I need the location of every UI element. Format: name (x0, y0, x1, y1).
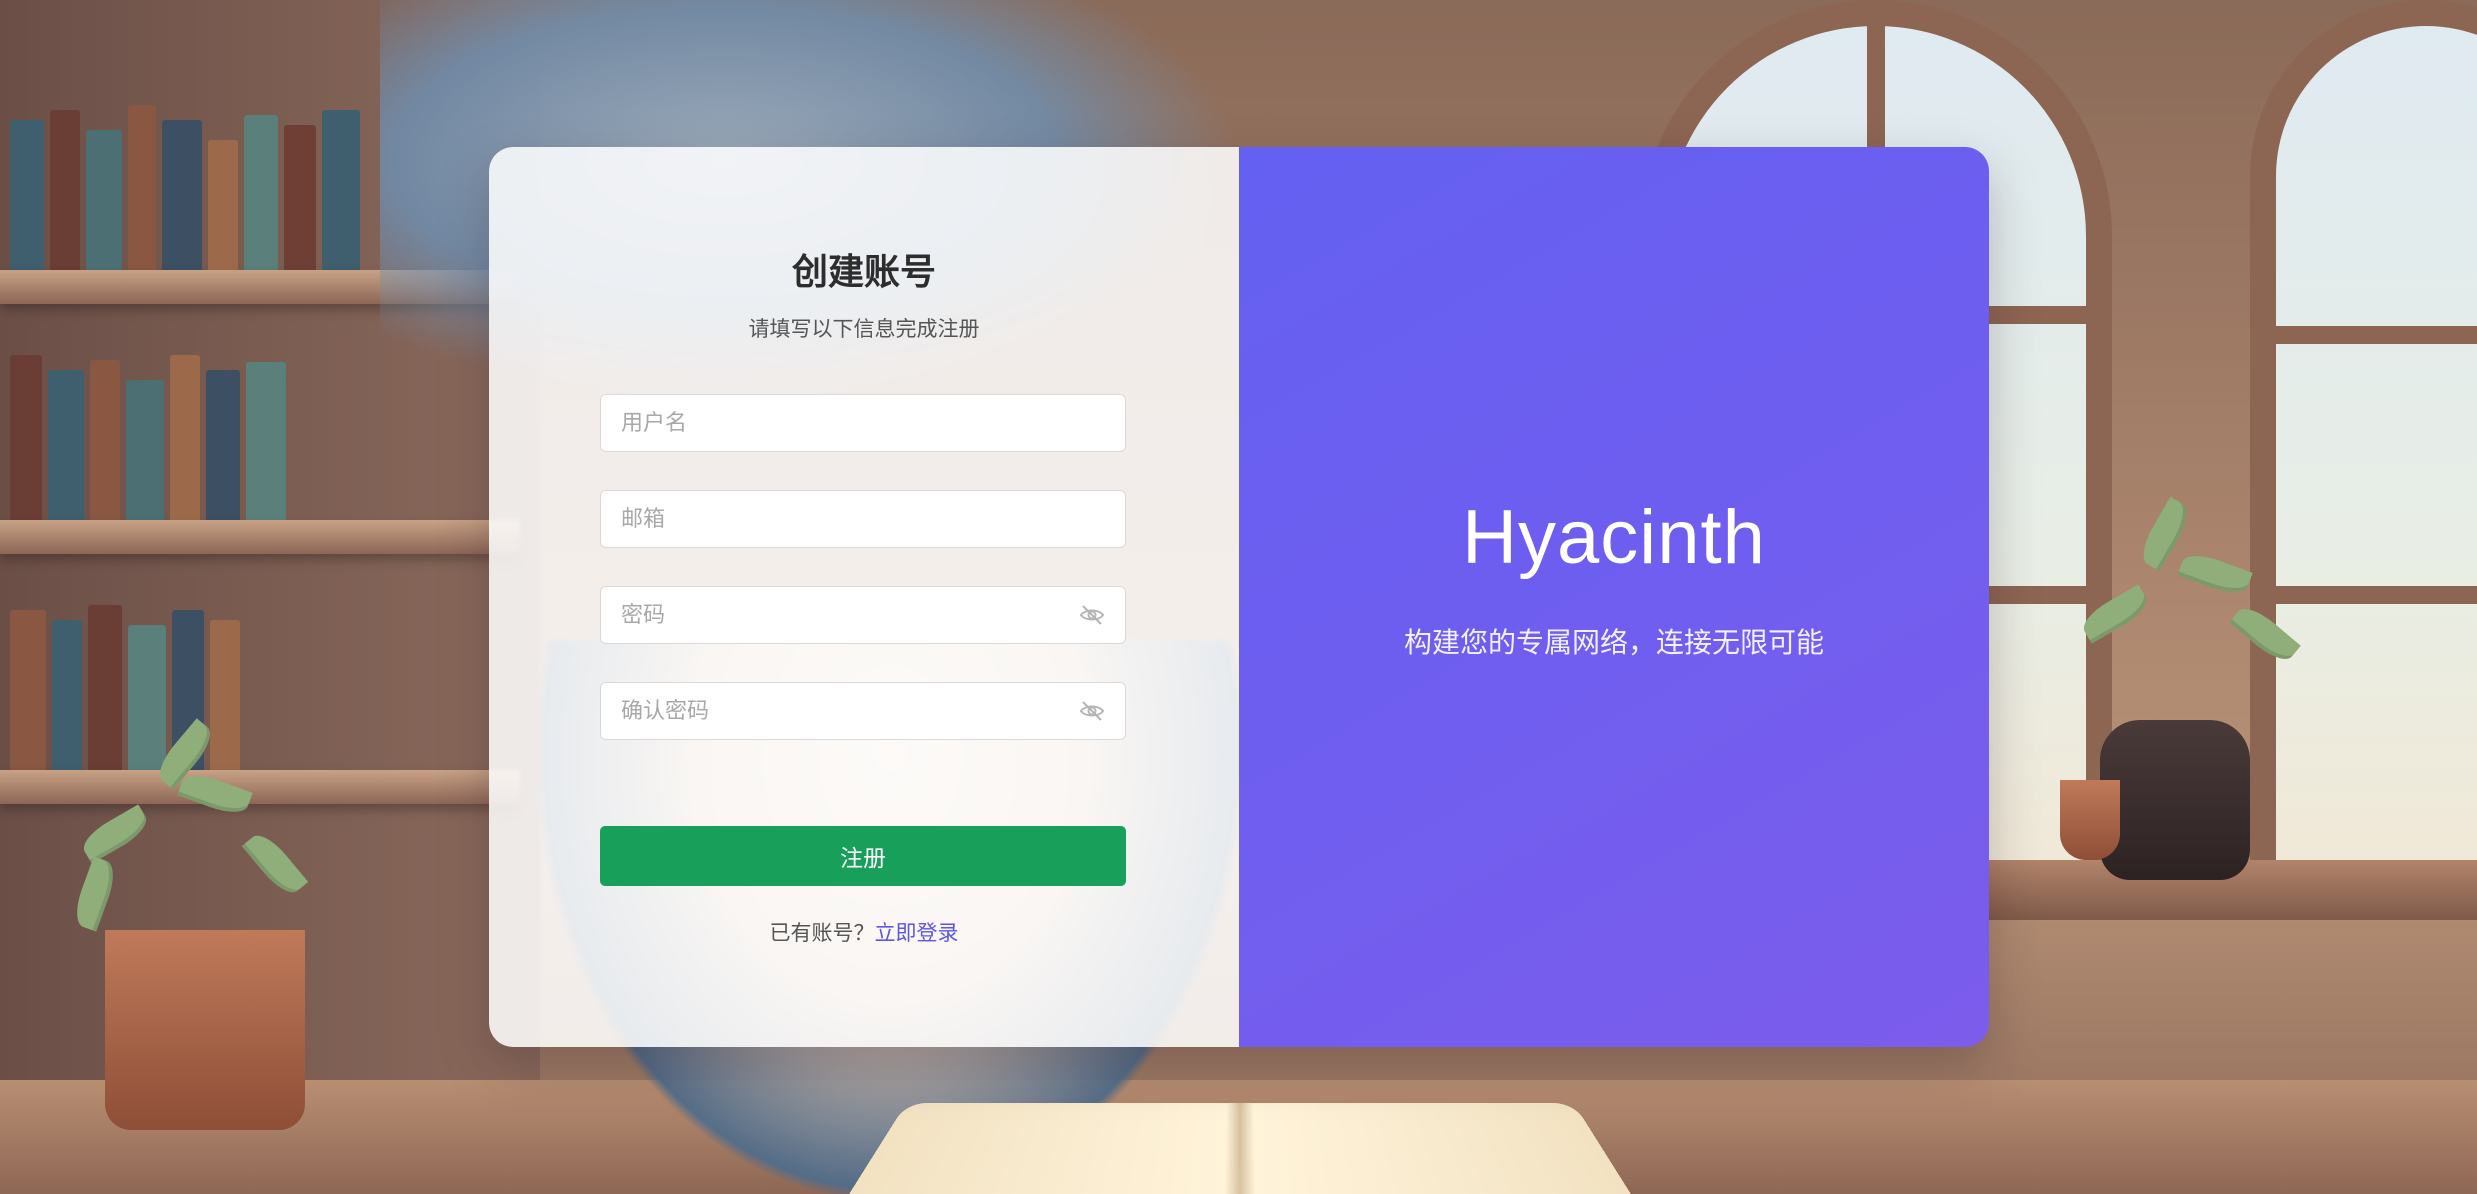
arched-window (2250, 0, 2477, 886)
login-prompt-text: 已有账号？ (770, 921, 875, 945)
eye-off-icon[interactable] (1079, 603, 1105, 627)
eye-off-icon[interactable] (1079, 699, 1105, 723)
confirm-password-field[interactable] (600, 682, 1126, 740)
email-field[interactable] (600, 490, 1126, 548)
plant-pot (105, 930, 305, 1130)
register-form-panel: 创建账号 请填写以下信息完成注册 注册 已有账号？ (489, 147, 1239, 1047)
register-card: 创建账号 请填写以下信息完成注册 注册 已有账号？ (489, 147, 1989, 1047)
books-row (10, 600, 490, 770)
shelf-board (0, 520, 520, 554)
email-input[interactable] (601, 491, 1125, 547)
open-book (849, 1103, 1631, 1194)
login-link[interactable]: 立即登录 (875, 921, 959, 945)
vase (2100, 720, 2250, 880)
small-pot (2060, 780, 2120, 860)
password-input[interactable] (601, 587, 1125, 643)
username-field[interactable] (600, 394, 1126, 452)
brand-tagline: 构建您的专属网络，连接无限可能 (1404, 621, 1824, 661)
username-input[interactable] (601, 395, 1125, 451)
confirm-password-input[interactable] (601, 683, 1125, 739)
login-prompt-line: 已有账号？立即登录 (489, 917, 1239, 947)
register-button[interactable]: 注册 (600, 826, 1126, 886)
brand-title: Hyacinth (1462, 494, 1766, 581)
password-field[interactable] (600, 586, 1126, 644)
form-title: 创建账号 (489, 243, 1239, 295)
brand-panel: Hyacinth 构建您的专属网络，连接无限可能 (1239, 147, 1989, 1047)
shelf-board (0, 770, 520, 804)
form-subtitle: 请填写以下信息完成注册 (489, 313, 1239, 343)
